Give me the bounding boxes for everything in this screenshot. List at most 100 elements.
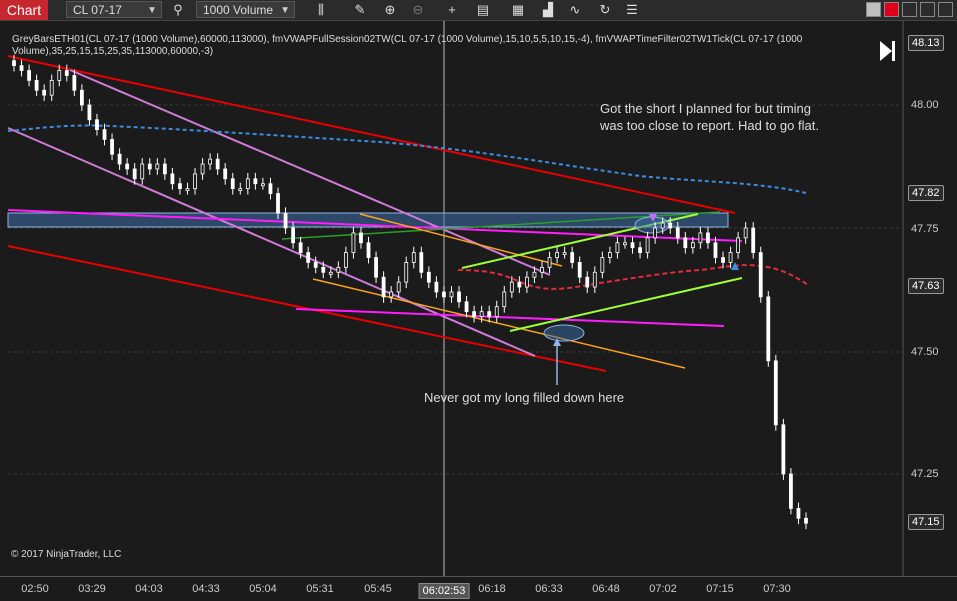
candle-body — [215, 158, 220, 170]
vwap-full-session — [7, 124, 807, 194]
candle-body — [675, 227, 680, 239]
x-tick-label: 04:03 — [135, 583, 163, 595]
short-note-line2: was too close to report. Had to go flat. — [600, 118, 819, 133]
candle-body — [49, 80, 54, 96]
candle-body — [600, 257, 605, 273]
candle-body — [562, 252, 567, 256]
candle-body — [698, 232, 703, 244]
candle-body — [683, 237, 688, 249]
y-tick-label: 47.50 — [911, 346, 939, 358]
candle-body — [87, 104, 92, 121]
time-axis[interactable]: 02:50 03:29 04:03 04:33 05:04 05:31 05:4… — [0, 576, 957, 601]
candle-body — [125, 163, 130, 170]
zoom-out-icon[interactable]: ⊖ — [410, 2, 426, 18]
candle-body — [359, 232, 363, 244]
candle-body — [736, 237, 741, 253]
chevron-down-icon: ▼ — [147, 5, 157, 16]
candle-body — [653, 227, 658, 239]
candle-body — [668, 222, 673, 229]
play-icon-bar — [892, 41, 895, 61]
candle-body — [12, 60, 16, 67]
strategy-icon[interactable]: ▟ — [540, 2, 556, 18]
long-note: Never got my long filled down here — [424, 390, 625, 405]
x-tick-label: 05:45 — [364, 583, 392, 595]
price-chart-panel[interactable] — [0, 21, 957, 576]
x-tick-label: 07:02 — [649, 583, 677, 595]
candle-body — [615, 242, 620, 253]
window-maximize-button[interactable] — [920, 2, 935, 17]
candle-body — [72, 75, 77, 91]
candle-body — [147, 163, 152, 170]
candle-body — [796, 508, 801, 519]
candle-body — [781, 424, 786, 475]
x-tick-label: 07:15 — [706, 583, 734, 595]
candle-body — [396, 281, 401, 293]
candle-body — [208, 158, 213, 165]
resistance-line — [7, 55, 736, 214]
minimize-button[interactable] — [866, 2, 881, 17]
candle-body — [479, 311, 484, 317]
magenta-support-line — [295, 308, 725, 327]
candle-body — [117, 153, 122, 165]
candle-body — [426, 271, 431, 283]
y-tick-label: 47.75 — [911, 223, 939, 235]
candle-body — [570, 252, 575, 263]
candle-body — [434, 281, 439, 293]
candle-body — [547, 257, 552, 268]
candle-body — [404, 262, 409, 283]
search-icon[interactable]: ⚲ — [170, 2, 186, 18]
crosshair-icon[interactable]: + — [444, 2, 460, 18]
chart-tab[interactable]: Chart — [0, 0, 48, 20]
candle-body — [200, 163, 205, 175]
candle-body — [336, 266, 341, 273]
candle-body — [381, 276, 386, 298]
candle-body — [253, 178, 258, 185]
candle-body — [630, 242, 635, 249]
chevron-down-icon: ▼ — [280, 5, 290, 16]
candle-body — [34, 80, 39, 91]
channel-lower-line — [7, 127, 536, 357]
candle-body — [223, 168, 228, 180]
candle-body — [517, 281, 522, 288]
candle-body — [132, 168, 137, 180]
candle-body — [464, 301, 469, 313]
candle-body — [502, 291, 507, 308]
close-tab-button[interactable] — [884, 2, 899, 17]
candle-body — [623, 242, 627, 246]
candle-body — [804, 517, 808, 524]
candle-body — [728, 252, 733, 263]
candle-body — [645, 237, 650, 253]
candle-body — [178, 183, 182, 190]
reload-icon[interactable]: ↻ — [597, 2, 613, 18]
bar-type-icon[interactable]: ⫼ — [313, 2, 329, 18]
indicators-icon[interactable]: ∿ — [567, 2, 583, 18]
indicator-label: GreyBarsETH01(CL 07-17 (1000 Volume),600… — [12, 34, 803, 57]
candle-body — [585, 276, 590, 288]
instrument-selector[interactable]: CL 07-17 ▼ — [66, 1, 162, 18]
data-box-icon[interactable]: ▤ — [475, 2, 491, 18]
candle-body — [79, 89, 84, 106]
x-tick-label: 06:18 — [478, 583, 506, 595]
candle-body — [276, 193, 280, 214]
properties-icon[interactable]: ☰ — [624, 2, 640, 18]
candle-body — [245, 178, 250, 190]
price-tag-vwap-upper: 47.82 — [908, 185, 944, 201]
pencil-icon[interactable]: ✎ — [352, 2, 368, 18]
copyright-label: © 2017 NinjaTrader, LLC — [11, 549, 122, 560]
candle-body — [721, 257, 725, 263]
candle-body — [419, 252, 424, 273]
chart-style-icon[interactable]: ▦ — [510, 2, 526, 18]
window-close-button[interactable] — [938, 2, 953, 17]
candle-body — [540, 266, 544, 273]
period-value: 1000 Volume — [203, 3, 274, 17]
candle-body — [374, 257, 378, 278]
candle-body — [27, 70, 31, 81]
crosshair-time-label: 06:02:53 — [418, 583, 470, 599]
period-selector[interactable]: 1000 Volume ▼ — [196, 1, 295, 18]
zoom-in-icon[interactable]: ⊕ — [382, 2, 398, 18]
candle-body — [140, 163, 145, 180]
candle-body — [577, 262, 582, 278]
x-tick-label: 05:31 — [306, 583, 334, 595]
candle-body — [472, 311, 477, 317]
window-minimize-button[interactable] — [902, 2, 917, 17]
